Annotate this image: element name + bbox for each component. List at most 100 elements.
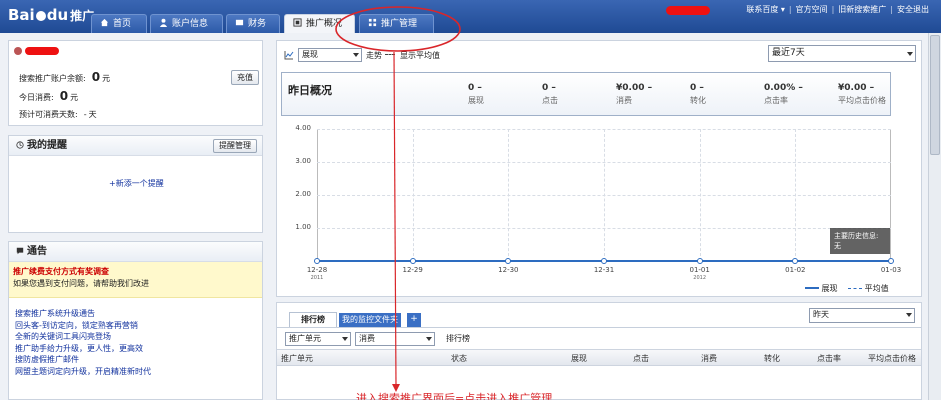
ranking-table-header: 推广单元 状态 展现 点击 消费 转化 点击率 平均点击价格 (277, 349, 921, 366)
annotation-text: 进入搜索推广界面后=点击进入推广管理 (356, 392, 553, 400)
unit-select[interactable]: 推广单元 (285, 332, 351, 346)
period-select[interactable]: 昨天 (809, 308, 915, 323)
chevron-down-icon (342, 337, 348, 341)
legend-avg-label: 平均值 (864, 284, 889, 293)
column-header[interactable]: 点击率 (817, 353, 841, 364)
legend-avg-swatch (848, 288, 863, 289)
reminders-title: 我的提醒 (27, 140, 67, 151)
trend-panel: 展现 走势 显示平均值 最近7天 昨日概况 0 – 展现 0 – 点击 ¥0.00 … (276, 40, 922, 297)
notice-highlight: 推广续费支付方式有奖调查 如果您遇到支付问题，请帮助我们改进 (9, 262, 262, 298)
overview-icon (293, 18, 302, 27)
days-row: 预计可消费天数: - 天 (19, 109, 97, 120)
account-panel: 搜索推广账户余额: 0 元 充值 今日消费: 0 元 预计可消费天数: - 天 (8, 40, 263, 126)
reminders-panel: 我的提醒 提醒管理 +新添一个提醒 (8, 135, 263, 233)
rank-metric-select[interactable]: 消费 (355, 332, 435, 346)
data-point[interactable] (696, 258, 703, 264)
tab-home-label: 首页 (113, 19, 132, 29)
redacted-account-name (25, 47, 59, 55)
notice-item[interactable]: 全新的关键词工具闪亮登场 (9, 331, 262, 343)
scrollbar-thumb[interactable] (930, 35, 940, 155)
link-logout[interactable]: 安全退出 (893, 5, 933, 14)
link-contact-baidu[interactable]: 联系百度 ▾ (742, 5, 789, 14)
tab-account-info[interactable]: 账户信息 (150, 14, 223, 33)
x-tick-label: 12-28 2011 (306, 266, 328, 281)
balance-row: 搜索推广账户余额: 0 元 (19, 70, 110, 84)
notice-list: 搜索推广系统升级通告 回头客-到访定向，锁定熟客再营销 全新的关键词工具闪亮登场… (9, 298, 262, 377)
clock-icon (16, 141, 24, 149)
tab-home[interactable]: 首页 (91, 14, 147, 33)
today-label: 今日消费: (19, 93, 54, 102)
link-official-space[interactable]: 官方空间 (792, 5, 832, 14)
reminder-manage-button[interactable]: 提醒管理 (213, 139, 257, 153)
tab-promotion-overview[interactable]: 推广概况 (284, 14, 355, 33)
baidu-logo[interactable]: Bai du 推广 (8, 6, 94, 24)
speech-bubble-icon (16, 247, 24, 255)
logo-text-2: du (46, 6, 69, 24)
tab-finance[interactable]: 财务 (226, 14, 280, 33)
chart-legend: 展现 平均值 (805, 283, 889, 294)
column-header[interactable]: 平均点击价格 (868, 353, 916, 364)
notice-item[interactable]: 推广助手给力升级，更人性，更高效 (9, 343, 262, 355)
chevron-down-icon (426, 337, 432, 341)
column-header[interactable]: 展现 (571, 353, 587, 364)
rank-metric-value: 消费 (359, 334, 375, 343)
grid-line-vertical (795, 129, 797, 261)
column-header[interactable]: 转化 (764, 353, 780, 364)
balance-unit: 元 (102, 74, 111, 83)
topup-button[interactable]: 充值 (231, 70, 259, 85)
tooltip-title: 主要历史信息: (834, 232, 879, 240)
notice-item[interactable]: 网盟主题词定向升级，开启精准新时代 (9, 366, 262, 378)
today-unit: 元 (70, 93, 79, 102)
x-tick-label: 01-01 2012 (689, 266, 710, 281)
top-navigation-bar: Bai du 推广 首页 账户信息 财务 推广概况 推广管理 联系百度 ▾ | 官方空间… (0, 0, 941, 33)
tab-monitor-folder[interactable]: 我的监控文件夹 (339, 313, 401, 327)
data-point[interactable] (792, 258, 799, 264)
data-point[interactable] (888, 258, 894, 264)
y-tick-label: 4.00 (295, 124, 311, 132)
column-header[interactable]: 消费 (701, 353, 717, 364)
tab-ranking[interactable]: 排行榜 (289, 312, 337, 327)
tooltip-value: 无 (834, 242, 841, 250)
column-header[interactable]: 推广单元 (281, 353, 313, 364)
x-tick-label: 01-03 (880, 266, 902, 274)
today-value: 0 (59, 89, 69, 103)
x-tick-label: 01-02 (785, 266, 806, 274)
grid-line-vertical (412, 129, 414, 261)
notice-title: 通告 (27, 246, 47, 257)
data-point[interactable] (314, 258, 320, 264)
reminders-header: 我的提醒 提醒管理 (9, 136, 262, 156)
data-point[interactable] (505, 258, 512, 264)
page-scrollbar[interactable] (928, 33, 941, 400)
column-header[interactable]: 状态 (451, 353, 467, 364)
grid-icon (368, 18, 377, 27)
grid-line-vertical (508, 129, 510, 261)
today-spend-row: 今日消费: 0 元 (19, 89, 78, 103)
top-links: 联系百度 ▾ | 官方空间 | 旧新搜索推广 | 安全退出 (742, 4, 933, 15)
x-tick-label: 12-31 (593, 266, 615, 274)
tab-promotion-management-label: 推广管理 (381, 19, 418, 29)
notice-highlight-text: 如果您遇到支付问题，请帮助我们改进 (13, 279, 149, 288)
days-value: - (83, 110, 87, 119)
tab-finance-label: 财务 (248, 19, 267, 29)
tab-divider (277, 327, 921, 328)
data-point[interactable] (409, 258, 416, 264)
notice-item[interactable]: 回头客-到访定向，锁定熟客再营销 (9, 320, 262, 332)
notice-item[interactable]: 搜防虚假推广邮件 (9, 354, 262, 366)
history-tooltip: 主要历史信息: 无 (830, 228, 890, 254)
balance-label: 搜索推广账户余额: (19, 74, 86, 83)
link-old-version[interactable]: 旧新搜索推广 (834, 5, 890, 14)
grid-line-vertical (699, 129, 701, 261)
legend-series-swatch (805, 287, 819, 289)
data-point[interactable] (601, 258, 607, 264)
chevron-down-icon (906, 313, 912, 317)
wallet-icon (235, 19, 244, 26)
notice-item[interactable]: 搜索推广系统升级通告 (9, 308, 262, 320)
notice-highlight-title[interactable]: 推广续费支付方式有奖调查 (9, 266, 262, 278)
add-reminder-link[interactable]: +新添一个提醒 (109, 178, 164, 189)
y-tick-label: 3.00 (295, 157, 311, 165)
column-header[interactable]: 点击 (633, 353, 649, 364)
add-folder-button[interactable]: + (407, 313, 421, 327)
tab-promotion-management[interactable]: 推广管理 (359, 14, 434, 33)
days-unit: 天 (88, 110, 97, 119)
grid-line-vertical (604, 129, 605, 261)
